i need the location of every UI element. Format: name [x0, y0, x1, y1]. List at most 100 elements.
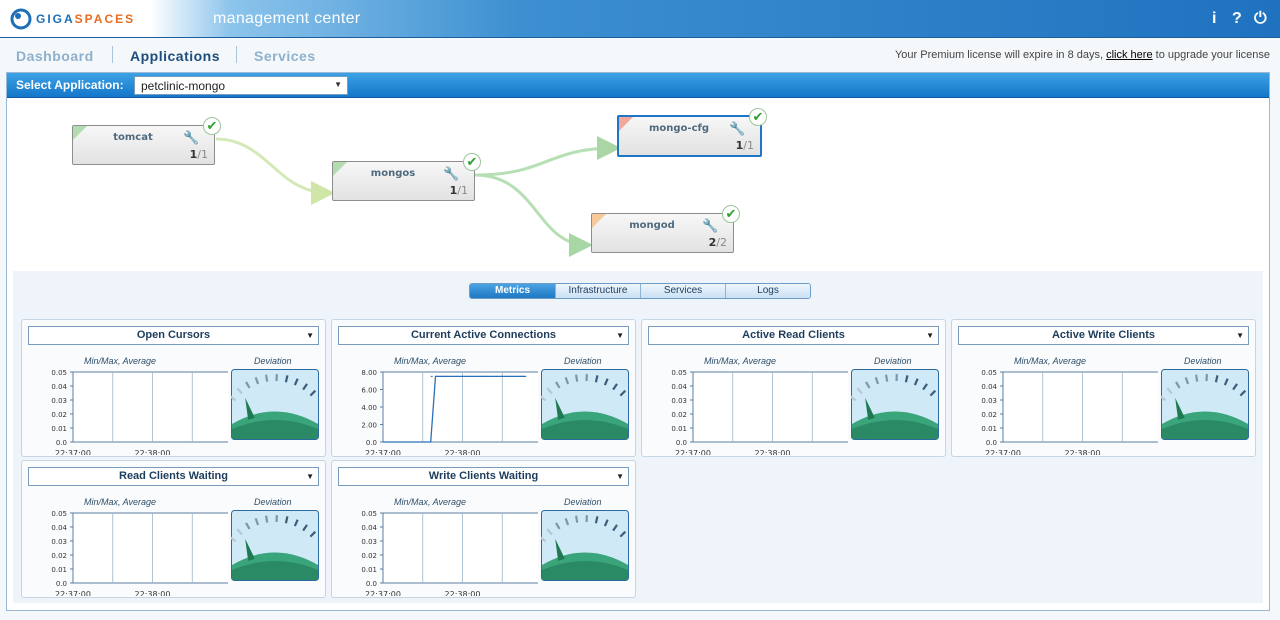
status-ok-icon: ✔ [749, 108, 767, 126]
metric-panel: Open Cursors ▼ Min/Max, Average Deviation 0.… [21, 319, 326, 457]
deviation-gauge [541, 510, 629, 581]
node-mongo-cfg[interactable]: mongo-cfg 🔧 1/1 ✔ [617, 108, 767, 157]
metric-select[interactable]: Read Clients Waiting ▼ [28, 467, 319, 486]
wrench-icon[interactable]: 🔧 [702, 218, 718, 234]
instance-count: 1/1 [450, 184, 468, 197]
gauge-tick [284, 375, 289, 383]
metric-select[interactable]: Active Read Clients ▼ [648, 326, 939, 345]
instance-total: /2 [716, 236, 727, 249]
gauge-tick [594, 516, 599, 524]
gauge-tick [574, 374, 579, 382]
tab-infrastructure[interactable]: Infrastructure [555, 284, 640, 298]
metric-chart: 0.0 0.01 0.02 0.03 0.04 0.05 22:37:00 22:38:00 [981, 369, 1158, 455]
x-tick-label: 22:38:00 [135, 449, 171, 455]
deviation-gauge [231, 510, 319, 581]
nav-services[interactable]: Services [254, 48, 316, 64]
status-ok-icon: ✔ [463, 153, 481, 171]
instance-count: 1/1 [190, 148, 208, 161]
y-tick-label: 8.00 [361, 369, 377, 377]
wrench-icon[interactable]: 🔧 [183, 130, 199, 146]
application-select[interactable]: petclinic-mongo ▼ [134, 76, 348, 95]
dropdown-arrow-icon: ▼ [1236, 331, 1244, 340]
y-tick-label: 0.0 [56, 439, 67, 447]
tab-metrics[interactable]: Metrics [470, 284, 555, 298]
upgrade-license-link[interactable]: click here [1106, 49, 1152, 61]
status-ok-icon: ✔ [203, 117, 221, 135]
metric-panel: Read Clients Waiting ▼ Min/Max, Average Dev… [21, 460, 326, 598]
metric-panel: Current Active Connections ▼ Min/Max, Aver… [331, 319, 636, 457]
nav-divider [112, 46, 113, 63]
y-tick-label: 0.03 [361, 538, 377, 546]
deviation-gauge [1161, 369, 1249, 440]
y-tick-label: 0.03 [981, 397, 997, 405]
app-header: GIGASPACES management center i ? ⏻ [0, 0, 1280, 38]
chart-plot-area [382, 512, 538, 584]
info-icon[interactable]: i [1212, 10, 1216, 28]
metric-select[interactable]: Active Write Clients ▼ [958, 326, 1249, 345]
metric-select[interactable]: Open Cursors ▼ [28, 326, 319, 345]
metric-panel: Active Write Clients ▼ Min/Max, Average Dev… [951, 319, 1256, 457]
deviation-subtitle: Deviation [564, 356, 602, 366]
gauge-tick [904, 375, 909, 383]
gigaspaces-logo: GIGASPACES [10, 8, 135, 30]
dropdown-arrow-icon: ▼ [926, 331, 934, 340]
y-tick-label: 0.04 [361, 524, 377, 532]
nav-dashboard[interactable]: Dashboard [16, 48, 94, 64]
y-tick-label: 0.0 [676, 439, 687, 447]
wrench-icon[interactable]: 🔧 [729, 121, 745, 137]
gauge-tick [1214, 375, 1219, 383]
minmax-subtitle: Min/Max, Average [394, 497, 467, 507]
gauge-tick [284, 516, 289, 524]
instance-total: /1 [197, 148, 208, 161]
deviation-gauge [541, 369, 629, 440]
detail-tabs: Metrics Infrastructure Services Logs [469, 283, 811, 299]
metric-select[interactable]: Current Active Connections ▼ [338, 326, 629, 345]
y-tick-label: 0.04 [981, 383, 997, 391]
metric-chart: 0.0 0.01 0.02 0.03 0.04 0.05 22:37:00 22:38:00 [671, 369, 848, 455]
nav-applications[interactable]: Applications [130, 48, 220, 64]
node-mongos[interactable]: mongos 🔧 1/1 ✔ [332, 153, 481, 201]
node-mongod[interactable]: mongod 🔧 2/2 ✔ [591, 205, 740, 253]
gauge-tick [264, 515, 269, 523]
x-tick-label: 22:38:00 [135, 590, 171, 596]
chart-plot-area [382, 371, 538, 443]
status-ok-icon: ✔ [722, 205, 740, 223]
application-select-value: petclinic-mongo [141, 79, 226, 93]
nav-divider [236, 46, 237, 63]
power-icon[interactable]: ⏻ [1254, 10, 1267, 28]
metric-title: Active Read Clients [742, 329, 845, 341]
node-tomcat[interactable]: tomcat 🔧 1/1 ✔ [72, 117, 221, 165]
chart-plot-area [72, 512, 228, 584]
y-tick-label: 0.04 [671, 383, 687, 391]
node-label: mongos [370, 168, 416, 179]
metric-chart: 0.0 0.01 0.02 0.03 0.04 0.05 22:37:00 22:38:00 [361, 510, 538, 596]
tab-services[interactable]: Services [640, 284, 725, 298]
y-tick-label: 0.03 [671, 397, 687, 405]
metric-title: Active Write Clients [1051, 329, 1156, 341]
y-tick-label: 0.01 [981, 425, 997, 433]
y-tick-label: 0.04 [51, 383, 67, 391]
wrench-icon[interactable]: 🔧 [443, 166, 459, 182]
x-tick-label: 22:38:00 [1065, 449, 1101, 455]
y-tick-label: 4.00 [361, 404, 377, 412]
y-tick-label: 0.05 [671, 369, 687, 377]
minmax-subtitle: Min/Max, Average [704, 356, 777, 366]
metrics-area: Metrics Infrastructure Services Logs Ope… [13, 271, 1263, 603]
instance-total: /1 [457, 184, 468, 197]
tab-logs[interactable]: Logs [725, 284, 810, 298]
node-label: mongod [629, 220, 675, 231]
deviation-gauge [231, 369, 319, 440]
application-topology: tomcat 🔧 1/1 ✔ mongos 🔧 1/1 ✔ mongo-cfg … [7, 99, 1269, 271]
instance-count: 2/2 [709, 236, 727, 249]
metric-title: Read Clients Waiting [119, 470, 228, 482]
help-icon[interactable]: ? [1232, 10, 1242, 28]
y-tick-label: 0.02 [361, 552, 377, 560]
main-nav: Dashboard Applications Services Your Pre… [0, 38, 1280, 72]
metric-select[interactable]: Write Clients Waiting ▼ [338, 467, 629, 486]
select-application-label: Select Application: [16, 78, 124, 92]
y-tick-label: 0.0 [366, 439, 377, 447]
logo-text-giga: GIGA [36, 12, 75, 26]
chart-plot-area [1002, 371, 1158, 443]
x-tick-label: 22:37:00 [365, 590, 401, 596]
y-tick-label: 0.05 [361, 510, 377, 518]
